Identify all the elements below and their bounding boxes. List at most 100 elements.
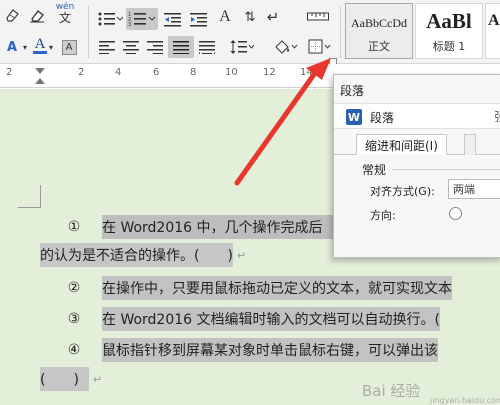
numbered-list-button[interactable]: 123 [126, 8, 158, 30]
list-item[interactable]: ③ 在 Word2016 文档编辑时输入的文档可以自动换行。( [62, 306, 440, 332]
distributed-align-icon [199, 41, 215, 54]
align-right-icon [147, 41, 163, 54]
chinese-layout-icon: A [219, 8, 231, 25]
ribbon-toolbar: wén 文 123 A ⇅ ↵ A ▾ A ▾ A AaBbCcDd 正文 Aa… [0, 0, 500, 64]
numbered-list-icon: 123 [128, 12, 156, 27]
alignment-select[interactable]: 两端 [448, 179, 500, 199]
ruler-tick: 8 [190, 67, 197, 78]
decrease-indent-button[interactable] [162, 8, 184, 30]
paragraph-text: 的认为是不适合的操作。( ) [40, 243, 233, 267]
style-preview: Aa [488, 12, 500, 29]
style-preview: AaBbCcDd [351, 16, 407, 30]
ribbon-separator [340, 6, 341, 58]
list-item[interactable]: ② 在操作中，只要用鼠标拖动已定义的文本，就可实现文本 [62, 275, 452, 301]
first-line-indent-marker[interactable] [35, 68, 45, 74]
borders-button[interactable] [306, 36, 334, 58]
list-number: ② [67, 280, 81, 296]
crop-mark [18, 207, 41, 208]
font-color-button[interactable]: A [2, 36, 22, 58]
font-color-a-icon: A [34, 35, 46, 52]
style-preview: AaBl [426, 9, 472, 33]
watermark-text: Bai 经验 [362, 382, 421, 400]
baidu-watermark-url: jingyan.baidu.com [430, 396, 500, 405]
show-paragraph-marks-button[interactable]: ↵ [262, 6, 284, 28]
list-item[interactable]: ( ) ↵ [40, 366, 102, 392]
hanging-indent-marker[interactable] [35, 78, 45, 84]
align-left-button[interactable] [96, 36, 118, 58]
font-color-icon: A [6, 39, 18, 55]
dialog-titlebar[interactable]: W 段落 张 [334, 103, 500, 129]
paragraph-mark-icon: ↵ [92, 372, 103, 386]
group-general-label: 常规 [362, 163, 387, 177]
style-normal[interactable]: AaBbCcDd 正文 [345, 3, 413, 59]
ruler-tick: 4 [115, 67, 122, 78]
paragraph-mark-icon: ↵ [236, 248, 247, 262]
dialog-caption: 段落 [340, 84, 365, 98]
list-number: ③ [67, 311, 81, 327]
character-shading-icon: A [61, 39, 77, 55]
eraser-button[interactable] [26, 4, 48, 26]
bullet-list-icon [98, 12, 123, 26]
tab-indent-spacing[interactable]: 缩进和间距(I) [356, 134, 447, 155]
distributed-align-button[interactable] [196, 36, 218, 58]
paragraph-text: 在 Word2016 文档编辑时输入的文档可以自动换行。( [102, 307, 440, 331]
list-number: ④ [67, 342, 81, 358]
font-color-bar-icon [33, 50, 47, 54]
dialog-title: 段落 [370, 111, 395, 125]
align-center-icon [123, 41, 139, 54]
wps-writer-icon: W [346, 109, 362, 125]
dialog-tabstrip: 缩进和间距(I) [334, 131, 500, 155]
sort-button[interactable]: ⇅ [240, 6, 260, 28]
svg-text:3: 3 [128, 22, 131, 27]
style-heading-2[interactable]: Aa [485, 3, 500, 59]
clear-formatting-button[interactable] [2, 4, 22, 26]
baidu-watermark: Bai 经验 [362, 380, 420, 401]
decrease-indent-icon [164, 13, 181, 27]
tab-line-page-breaks[interactable] [464, 134, 476, 155]
crop-mark [40, 185, 41, 207]
paragraph-text: ( ) [40, 367, 89, 391]
list-item[interactable]: 的认为是不适合的操作。( ) ↵ [40, 242, 246, 268]
paint-bucket-icon [275, 40, 298, 54]
chevron-down-icon: ▾ [22, 42, 27, 52]
pilcrow-icon: ↵ [266, 8, 280, 26]
direction-radio[interactable] [449, 207, 462, 220]
align-left-icon [99, 41, 115, 54]
line-spacing-button[interactable] [228, 36, 256, 58]
style-heading-1[interactable]: AaBl 标题 1 [415, 3, 483, 59]
bullet-list-button[interactable] [96, 8, 124, 30]
paragraph-text: 在操作中，只要用鼠标拖动已定义的文本，就可实现文本 [102, 276, 452, 300]
font-color-a-dropdown[interactable]: ▾ [46, 36, 56, 58]
chinese-layout-button[interactable]: A [214, 6, 236, 28]
line-spacing-icon [230, 40, 254, 54]
ribbon-separator [88, 6, 89, 58]
character-shading-button[interactable]: A [60, 36, 78, 58]
alignment-value: 两端 [453, 183, 475, 196]
align-center-button[interactable] [120, 36, 142, 58]
eraser-icon [6, 9, 19, 22]
list-item[interactable]: ④ 鼠标指针移到屏幕某对象时单击鼠标右键，可以弹出该 [62, 337, 438, 363]
ruler-icon [307, 12, 329, 21]
group-divider [392, 169, 500, 170]
style-label: 标题 1 [432, 40, 466, 53]
font-color-dropdown[interactable]: ▾ [20, 36, 30, 58]
list-number: ① [67, 219, 81, 235]
shading-button[interactable] [272, 36, 300, 58]
ruler-tick: 10 [225, 67, 238, 78]
eraser-icon [30, 10, 44, 23]
justify-icon [173, 41, 189, 54]
phonetic-char-icon: 文 [58, 10, 71, 25]
character-border-button[interactable] [305, 6, 331, 28]
justify-button[interactable] [168, 36, 194, 58]
style-label: 正文 [368, 40, 390, 53]
alignment-label: 对齐方式(G): [370, 185, 435, 198]
paragraph-dialog: 段落 W 段落 张 缩进和间距(I) 常规 对齐方式(G): 两端 方向: [333, 74, 500, 258]
paragraph-text: 鼠标指针移到屏幕某对象时单击鼠标右键，可以弹出该 [102, 338, 438, 362]
increase-indent-button[interactable] [188, 8, 210, 30]
ruler-tick: 6 [153, 67, 160, 78]
tab-label: 缩进和间距(I) [365, 138, 438, 153]
dialog-title-overflow: 张 [494, 108, 500, 125]
ruler-tick: 12 [263, 67, 276, 78]
phonetic-guide-button[interactable]: wén 文 [52, 2, 78, 24]
align-right-button[interactable] [144, 36, 166, 58]
